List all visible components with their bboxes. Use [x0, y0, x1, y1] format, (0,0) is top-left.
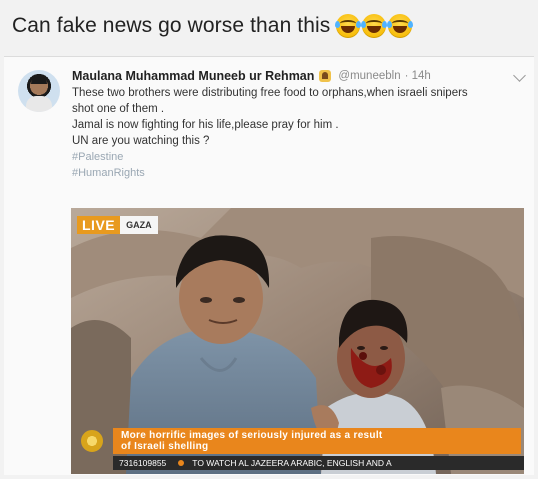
- tweet-text-line: These two brothers were distributing fre…: [72, 87, 468, 99]
- live-badge: LIVE GAZA: [77, 216, 158, 234]
- joy-emoji-icon: [387, 14, 414, 38]
- meme-page: Can fake news go worse than this Maulana…: [0, 0, 538, 479]
- display-name[interactable]: Maulana Muhammad Muneeb ur Rehman: [72, 69, 314, 83]
- tweet-media-image[interactable]: LIVE GAZA More horrific images of seriou…: [71, 208, 524, 474]
- tweet-text-line: UN are you watching this ?: [72, 135, 210, 147]
- user-handle[interactable]: @muneebln: [338, 70, 400, 82]
- ticker-dot-icon: [178, 460, 185, 466]
- tweet-header: Maulana Muhammad Muneeb ur Rehman @munee…: [72, 69, 512, 83]
- tweet-time[interactable]: · 14h: [405, 70, 431, 82]
- meme-caption: Can fake news go worse than this: [12, 14, 414, 38]
- chevron-down-icon[interactable]: [513, 69, 526, 82]
- live-label: LIVE: [77, 216, 121, 234]
- joy-emoji-icon: [361, 14, 388, 38]
- news-ticker: 7316109855 TO WATCH AL JAZEERA ARABIC, E…: [113, 456, 524, 470]
- news-lower-third: More horrific images of seriously injure…: [71, 424, 524, 474]
- tweet-text-line: shot one of them .: [72, 103, 165, 115]
- news-headline: More horrific images of seriously injure…: [113, 428, 521, 454]
- ticker-text: TO WATCH AL JAZEERA ARABIC, ENGLISH AND …: [192, 458, 392, 468]
- emoji-group: [335, 14, 414, 38]
- joy-emoji-icon: [335, 14, 362, 38]
- location-label: GAZA: [120, 216, 158, 234]
- headline-line-1: More horrific images of seriously injure…: [121, 430, 383, 441]
- ticker-phone: 7316109855: [119, 458, 167, 468]
- flag-badge-icon: [319, 70, 332, 82]
- tweet-text-line: Jamal is now fighting for his life,pleas…: [72, 119, 339, 131]
- hashtag-humanrights[interactable]: #HumanRights: [72, 165, 512, 181]
- headline-line-2: of Israeli shelling: [121, 441, 209, 452]
- al-jazeera-logo-icon: [77, 428, 107, 454]
- caption-text: Can fake news go worse than this: [12, 14, 331, 37]
- avatar[interactable]: [18, 70, 60, 112]
- hashtag-palestine[interactable]: #Palestine: [72, 149, 512, 165]
- tweet-content: Maulana Muhammad Muneeb ur Rehman @munee…: [72, 69, 512, 181]
- tweet-card[interactable]: Maulana Muhammad Muneeb ur Rehman @munee…: [4, 56, 534, 475]
